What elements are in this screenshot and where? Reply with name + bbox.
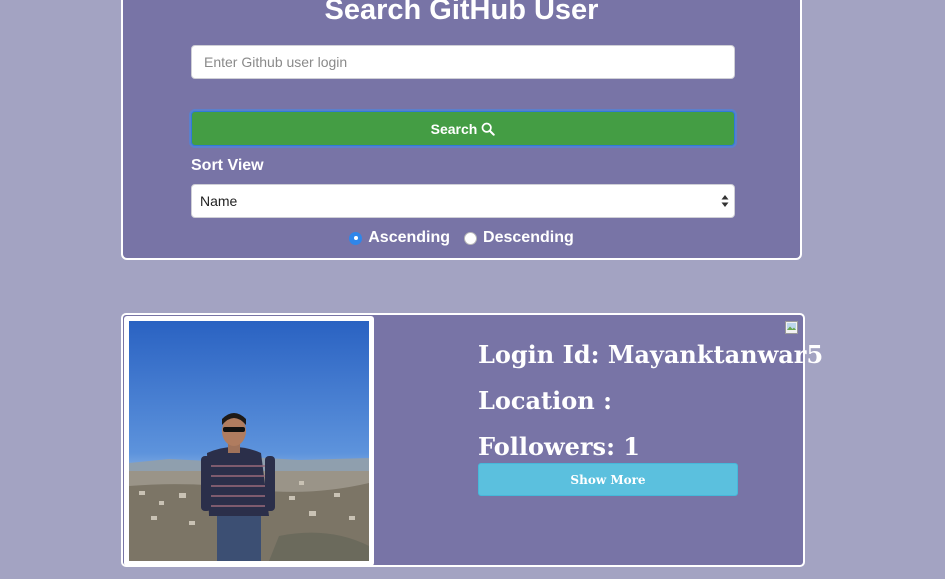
user-info: Login Id: Mayanktanwar5 Location : Follo… bbox=[478, 331, 823, 469]
descending-label: Descending bbox=[483, 229, 574, 246]
user-card: Login Id: Mayanktanwar5 Location : Follo… bbox=[121, 313, 823, 567]
search-panel: Search GitHub User Search Sort View Name… bbox=[121, 0, 802, 260]
sort-view-label: Sort View bbox=[191, 157, 264, 174]
followers-value: 1 bbox=[623, 431, 640, 461]
avatar-frame bbox=[124, 316, 374, 566]
sort-select[interactable]: Name bbox=[191, 184, 735, 218]
login-label: Login Id: bbox=[478, 339, 608, 369]
descending-option[interactable]: Descending bbox=[464, 229, 574, 247]
sort-order-group: Ascending Descending bbox=[123, 229, 800, 247]
show-more-button[interactable]: Show More bbox=[478, 463, 738, 496]
login-value: Mayanktanwar5 bbox=[607, 339, 824, 369]
followers-label: Followers: bbox=[478, 431, 624, 461]
descending-radio[interactable] bbox=[464, 231, 478, 245]
location-line: Location : bbox=[478, 377, 823, 423]
ascending-radio[interactable] bbox=[349, 231, 363, 245]
page-title: Search GitHub User bbox=[324, 0, 599, 26]
login-line: Login Id: Mayanktanwar5 bbox=[478, 331, 823, 377]
select-arrows-icon bbox=[721, 195, 729, 207]
search-button[interactable]: Search bbox=[191, 111, 735, 146]
avatar bbox=[129, 321, 369, 561]
sort-select-value: Name bbox=[200, 193, 238, 209]
ascending-option[interactable]: Ascending bbox=[349, 229, 450, 247]
ascending-label: Ascending bbox=[368, 229, 451, 246]
search-icon bbox=[481, 122, 496, 136]
search-button-label: Search bbox=[430, 120, 478, 137]
location-label: Location : bbox=[478, 385, 621, 415]
login-input[interactable] bbox=[191, 45, 735, 79]
